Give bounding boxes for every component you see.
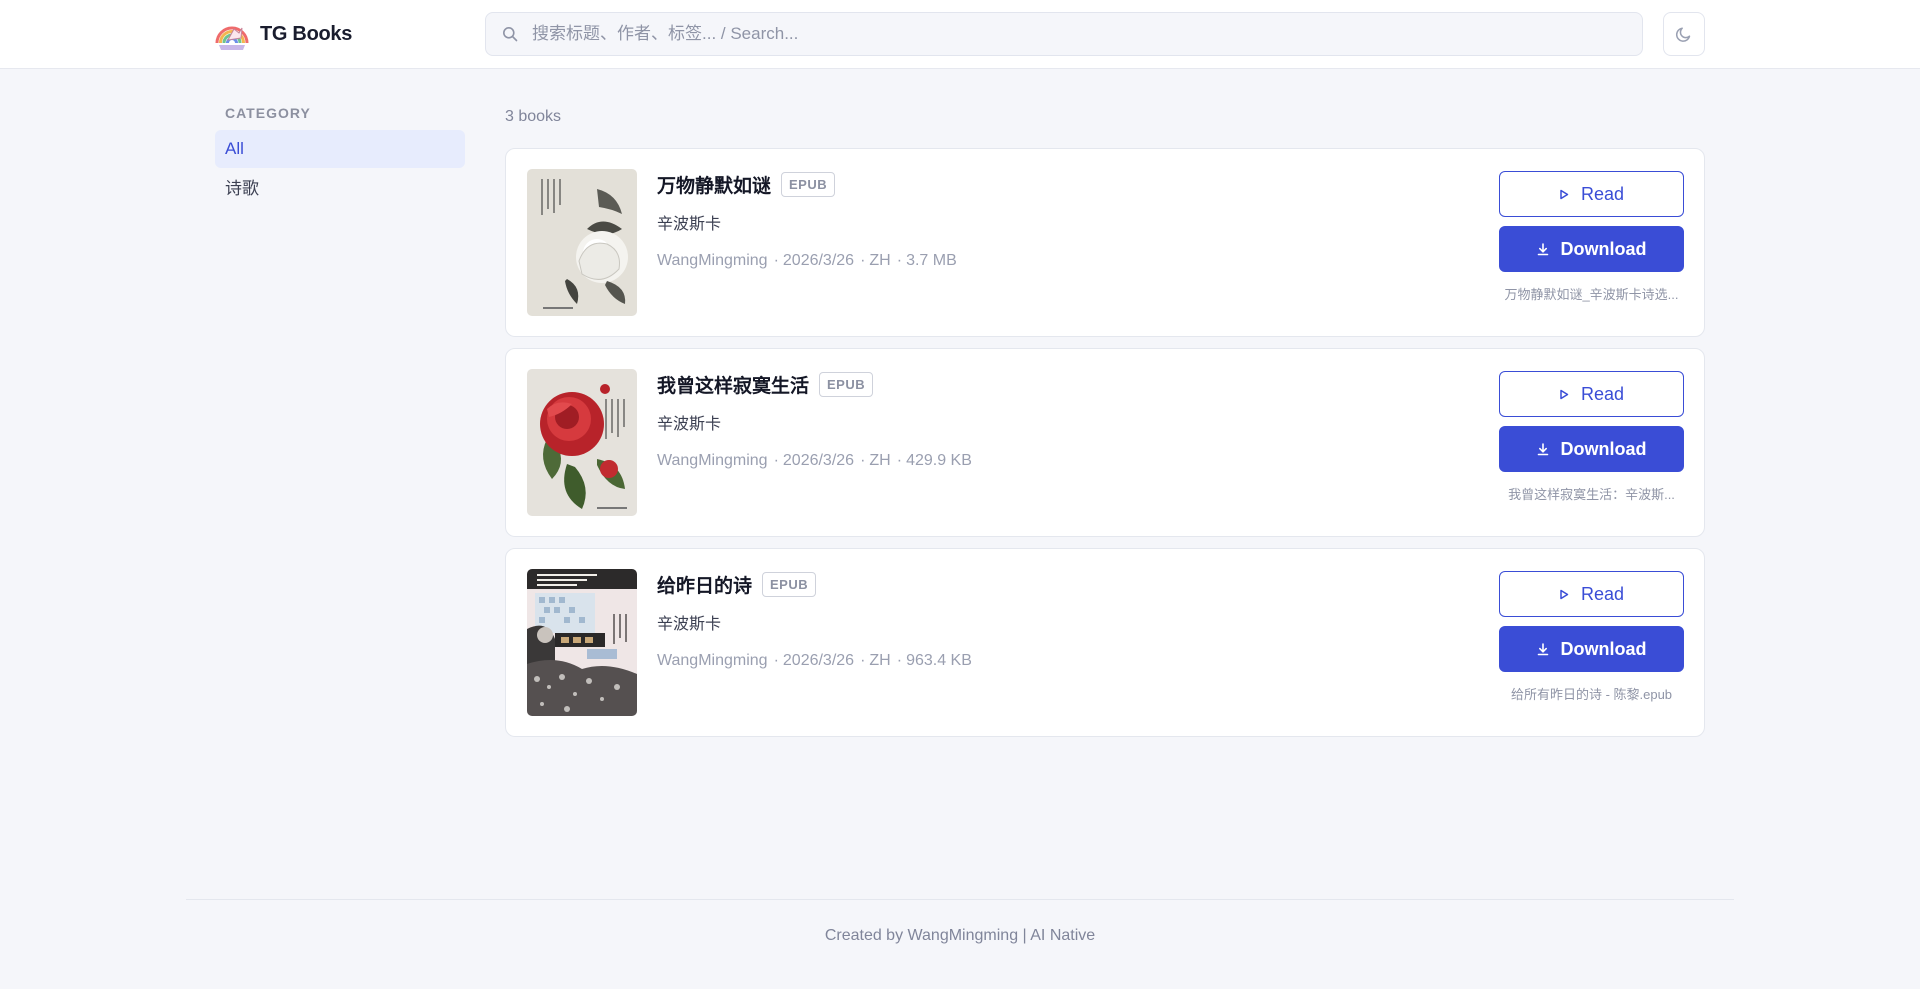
book-title[interactable]: 我曾这样寂寞生活: [657, 371, 809, 398]
book-info: 万物静默如谜 EPUB 辛波斯卡 WangMingming · 2026/3/26 ·…: [657, 171, 957, 270]
book-list: 3 books 万物静默如谜 EPUB 辛波斯卡 WangMingming · …: [505, 105, 1705, 748]
download-button-label: Download: [1560, 238, 1647, 259]
download-button[interactable]: Download: [1499, 426, 1684, 472]
download-button[interactable]: Download: [1499, 226, 1684, 272]
book-meta: WangMingming · 2026/3/26 · ZH · 429.9 KB: [657, 452, 972, 469]
format-badge: EPUB: [762, 572, 817, 597]
read-button[interactable]: Read: [1499, 371, 1684, 417]
file-name: 给所有昨日的诗 - 陈黎.epub: [1510, 687, 1673, 702]
book-date: 2026/3/26: [782, 452, 855, 469]
book-meta: WangMingming · 2026/3/26 · ZH · 963.4 KB: [657, 652, 972, 669]
book-actions: Read Download 给所有昨日的诗 - 陈黎.epub: [1499, 571, 1684, 703]
read-button[interactable]: Read: [1499, 171, 1684, 217]
book-card: 给昨日的诗 EPUB 辛波斯卡 WangMingming · 2026/3/26 · Z…: [505, 548, 1705, 737]
play-icon: [1560, 589, 1569, 599]
book-title[interactable]: 万物静默如谜: [657, 171, 771, 198]
download-button[interactable]: Download: [1499, 626, 1684, 672]
book-cover[interactable]: [527, 569, 637, 716]
book-info: 我曾这样寂寞生活 EPUB 辛波斯卡 WangMingming · 2026/3/2…: [657, 371, 972, 470]
theme-toggle-button[interactable]: [1663, 12, 1705, 56]
category-heading: CATEGORY: [225, 105, 311, 121]
format-badge: EPUB: [819, 372, 874, 397]
top-bar: TG Books: [0, 0, 1920, 69]
cover-image-flower-red: [527, 369, 637, 516]
book-actions: Read Download 万物静默如谜_辛波斯卡诗选...: [1499, 171, 1684, 303]
download-icon: [1537, 642, 1548, 655]
footer: Created by WangMingming | AI Native: [824, 927, 1096, 944]
book-author: 辛波斯卡: [657, 416, 722, 433]
book-cover[interactable]: [527, 169, 637, 316]
book-actions: Read Download 我曾这样寂寞生活：辛波斯...: [1499, 371, 1684, 503]
result-count: 3 books: [505, 108, 562, 125]
book-author: 辛波斯卡: [657, 616, 722, 633]
book-size: 3.7 MB: [906, 252, 957, 269]
cover-image-flower-white: [527, 169, 637, 316]
book-card: 万物静默如谜 EPUB 辛波斯卡 WangMingming · 2026/3/26 ·…: [505, 148, 1705, 337]
category-sidebar: CATEGORY All 诗歌: [215, 105, 465, 210]
app-name: TG Books: [260, 22, 353, 45]
book-language: ZH: [869, 652, 891, 669]
read-button[interactable]: Read: [1499, 571, 1684, 617]
book-uploader: WangMingming: [657, 652, 768, 669]
book-language: ZH: [869, 252, 891, 269]
book-uploader: WangMingming: [657, 452, 768, 469]
category-item-all[interactable]: All: [215, 130, 465, 168]
book-cover[interactable]: [527, 369, 637, 516]
download-button-label: Download: [1560, 638, 1647, 659]
rainbow-unicorn-logo-icon: [215, 26, 249, 50]
book-size: 963.4 KB: [906, 652, 972, 669]
play-icon: [1560, 189, 1569, 199]
book-author: 辛波斯卡: [657, 216, 722, 233]
book-meta: WangMingming · 2026/3/26 · ZH · 3.7 MB: [657, 252, 957, 269]
play-icon: [1560, 389, 1569, 399]
download-button-label: Download: [1560, 438, 1647, 459]
download-icon: [1537, 442, 1548, 455]
format-badge: EPUB: [781, 172, 836, 197]
book-title[interactable]: 给昨日的诗: [657, 571, 752, 598]
search-bar[interactable]: [485, 12, 1643, 56]
download-icon: [1537, 242, 1548, 255]
book-card: 我曾这样寂寞生活 EPUB 辛波斯卡 WangMingming · 2026/3/2…: [505, 348, 1705, 537]
book-size: 429.9 KB: [906, 452, 972, 469]
book-language: ZH: [869, 452, 891, 469]
file-name: 万物静默如谜_辛波斯卡诗选...: [1504, 287, 1679, 302]
read-button-label: Read: [1580, 583, 1625, 604]
book-date: 2026/3/26: [782, 252, 855, 269]
search-icon: [503, 27, 518, 42]
book-uploader: WangMingming: [657, 252, 768, 269]
cover-image-collage: [527, 569, 637, 716]
brand[interactable]: TG Books: [214, 16, 352, 52]
moon-icon: [1675, 27, 1691, 42]
category-item-poetry[interactable]: 诗歌: [215, 170, 465, 208]
book-info: 给昨日的诗 EPUB 辛波斯卡 WangMingming · 2026/3/26 · Z…: [657, 571, 972, 670]
footer-divider: [186, 899, 1734, 900]
search-input[interactable]: [532, 24, 1642, 44]
read-button-label: Read: [1580, 383, 1625, 404]
read-button-label: Read: [1580, 183, 1625, 204]
book-date: 2026/3/26: [782, 652, 855, 669]
file-name: 我曾这样寂寞生活：辛波斯...: [1508, 487, 1675, 502]
